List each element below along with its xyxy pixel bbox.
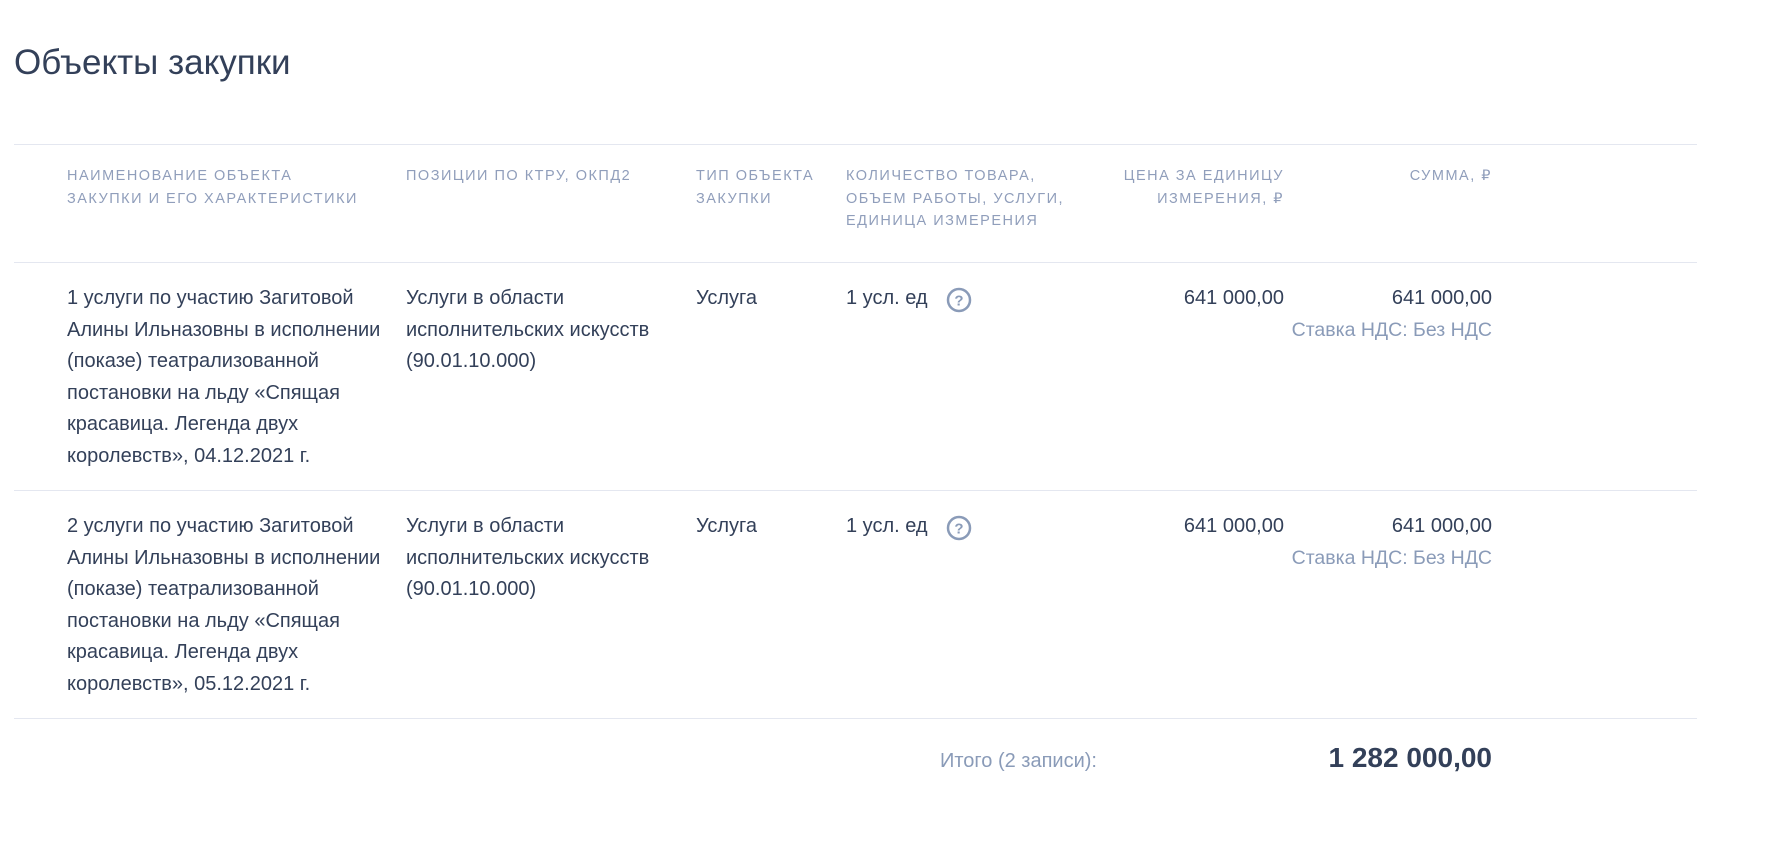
row-positions: Услуги в области исполнительских искусст… xyxy=(406,287,650,372)
row-sum-cell: 641 000,00 Ставка НДС: Без НДС xyxy=(1192,283,1492,346)
row-object-type: Услуга xyxy=(696,287,758,309)
column-header-name: НАИМЕНОВАНИЕ ОБЪЕКТА ЗАКУПКИ И ЕГО ХАРАК… xyxy=(67,168,358,207)
row-quantity-value: 1 усл. ед xyxy=(846,515,928,537)
column-header-unit-price: ЦЕНА ЗА ЕДИНИЦУ ИЗМЕРЕНИЯ, ₽ xyxy=(1123,168,1284,207)
svg-text:?: ? xyxy=(954,292,963,309)
column-header-sum: СУММА, ₽ xyxy=(1409,168,1492,184)
row-sum: 641 000,00 xyxy=(1391,515,1492,537)
table-top-divider xyxy=(14,144,1697,145)
column-header-quantity: КОЛИЧЕСТВО ТОВАРА, ОБЪЕМ РАБОТЫ, УСЛУГИ,… xyxy=(846,168,1065,229)
row-object-type: Услуга xyxy=(696,515,758,537)
row-sum: 641 000,00 xyxy=(1391,287,1492,309)
row-object-name: 1 услуги по участию Загитовой Алины Ильн… xyxy=(67,287,381,467)
row-sum-cell: 641 000,00 Ставка НДС: Без НДС xyxy=(1192,511,1492,574)
column-header-type: ТИП ОБЪЕКТА ЗАКУПКИ xyxy=(696,168,815,207)
row-vat-rate: Ставка НДС: Без НДС xyxy=(1291,318,1492,341)
table-row-divider xyxy=(14,490,1697,491)
question-circle-icon[interactable]: ? xyxy=(946,287,972,313)
row-quantity-value: 1 усл. ед xyxy=(846,287,928,309)
procurement-objects-page: Объекты закупки НАИМЕНОВАНИЕ ОБЪЕКТА ЗАК… xyxy=(0,0,1773,853)
table-header-divider xyxy=(14,262,1697,263)
svg-text:?: ? xyxy=(954,520,963,537)
row-quantity: 1 усл. ед ? xyxy=(846,511,1086,543)
total-label: Итого (2 записи): xyxy=(940,750,1097,772)
total-value: 1 282 000,00 xyxy=(1328,742,1493,773)
column-header-positions: ПОЗИЦИИ ПО КТРУ, ОКПД2 xyxy=(406,168,632,184)
question-circle-icon[interactable]: ? xyxy=(946,515,972,541)
row-object-name: 2 услуги по участию Загитовой Алины Ильн… xyxy=(67,515,381,695)
row-vat-rate: Ставка НДС: Без НДС xyxy=(1291,546,1492,569)
table-bottom-divider xyxy=(14,718,1697,719)
row-positions: Услуги в области исполнительских искусст… xyxy=(406,515,650,600)
page-title: Объекты закупки xyxy=(14,43,291,82)
row-quantity: 1 усл. ед ? xyxy=(846,283,1086,315)
